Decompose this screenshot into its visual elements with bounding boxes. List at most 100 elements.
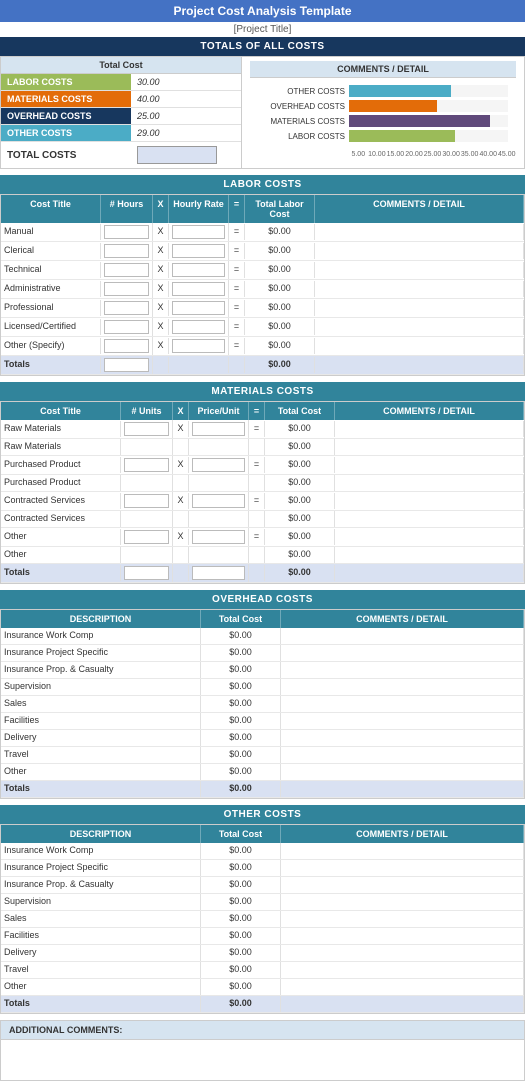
mat-row-units[interactable] bbox=[121, 475, 173, 491]
overhead-row-desc[interactable]: Supervision bbox=[1, 679, 201, 695]
labor-row-hours[interactable] bbox=[101, 242, 153, 260]
overhead-row-desc[interactable]: Travel bbox=[1, 747, 201, 763]
mat-row-comments[interactable] bbox=[335, 511, 524, 527]
mat-row-comments[interactable] bbox=[335, 457, 524, 473]
other-row-comments[interactable] bbox=[281, 979, 524, 995]
labor-row-hours[interactable] bbox=[101, 318, 153, 336]
mat-row-comments[interactable] bbox=[335, 493, 524, 509]
mat-row-price[interactable] bbox=[189, 420, 249, 438]
overhead-row-comments[interactable] bbox=[281, 713, 524, 729]
mat-row-price[interactable] bbox=[189, 492, 249, 510]
mat-row-price[interactable] bbox=[189, 547, 249, 563]
overhead-row-comments[interactable] bbox=[281, 628, 524, 644]
labor-row-rate[interactable] bbox=[169, 337, 229, 355]
other-row-comments[interactable] bbox=[281, 911, 524, 927]
overhead-row-desc[interactable]: Insurance Project Specific bbox=[1, 645, 201, 661]
labor-row-rate[interactable] bbox=[169, 223, 229, 241]
overhead-row-comments[interactable] bbox=[281, 696, 524, 712]
overhead-row-desc[interactable]: Other bbox=[1, 764, 201, 780]
labor-row-x: X bbox=[153, 300, 169, 316]
cost-value-1: 40.00 bbox=[131, 91, 241, 107]
mat-row-units[interactable] bbox=[121, 511, 173, 527]
overhead-row-label: Insurance Project Specific bbox=[4, 647, 108, 657]
materials-table: Cost Title # Units X Price/Unit = Total … bbox=[0, 401, 525, 584]
mat-row-price[interactable] bbox=[189, 511, 249, 527]
labor-col-eq: = bbox=[229, 195, 245, 223]
labor-row-x: X bbox=[153, 262, 169, 278]
mat-row-comments[interactable] bbox=[335, 475, 524, 491]
mat-row-price[interactable] bbox=[189, 456, 249, 474]
additional-body[interactable] bbox=[1, 1040, 524, 1080]
mat-row-comments[interactable] bbox=[335, 439, 524, 455]
other-row-comments[interactable] bbox=[281, 877, 524, 893]
mat-row-units[interactable] bbox=[121, 547, 173, 563]
other-data-row: Delivery $0.00 bbox=[1, 945, 524, 962]
overhead-row-comments[interactable] bbox=[281, 764, 524, 780]
labor-row-rate[interactable] bbox=[169, 242, 229, 260]
labor-row-title: Clerical bbox=[1, 243, 101, 259]
mat-row-total: $0.00 bbox=[265, 511, 335, 527]
labor-row-comments[interactable] bbox=[315, 262, 524, 278]
other-row-comments[interactable] bbox=[281, 928, 524, 944]
labor-row-comments[interactable] bbox=[315, 300, 524, 316]
mat-row-comments[interactable] bbox=[335, 421, 524, 437]
other-data-row: Supervision $0.00 bbox=[1, 894, 524, 911]
mat-totals-eq bbox=[249, 565, 265, 581]
labor-row-rate[interactable] bbox=[169, 318, 229, 336]
labor-col-title: Cost Title bbox=[1, 195, 101, 223]
labor-row-comments[interactable] bbox=[315, 281, 524, 297]
overhead-row-desc[interactable]: Facilities bbox=[1, 713, 201, 729]
total-costs-box[interactable] bbox=[137, 146, 217, 164]
mat-row-units[interactable] bbox=[121, 528, 173, 546]
labor-row-hours[interactable] bbox=[101, 261, 153, 279]
labor-row-comments[interactable] bbox=[315, 319, 524, 335]
total-costs-label: TOTAL COSTS bbox=[7, 150, 137, 161]
labor-row-total: $0.00 bbox=[245, 338, 315, 354]
labor-row-rate[interactable] bbox=[169, 261, 229, 279]
labor-row-rate[interactable] bbox=[169, 280, 229, 298]
mat-row-price[interactable] bbox=[189, 528, 249, 546]
overhead-row-desc[interactable]: Insurance Prop. & Casualty bbox=[1, 662, 201, 678]
mat-col-title: Cost Title bbox=[1, 402, 121, 420]
overhead-row-comments[interactable] bbox=[281, 747, 524, 763]
labor-col-rate: Hourly Rate bbox=[169, 195, 229, 223]
mat-row-units[interactable] bbox=[121, 492, 173, 510]
labor-row-comments[interactable] bbox=[315, 338, 524, 354]
labor-row-hours[interactable] bbox=[101, 223, 153, 241]
mat-row-x: X bbox=[173, 529, 189, 545]
mat-row-units[interactable] bbox=[121, 456, 173, 474]
mat-row-units[interactable] bbox=[121, 439, 173, 455]
overhead-row-desc[interactable]: Delivery bbox=[1, 730, 201, 746]
mat-row-title: Contracted Services bbox=[1, 511, 121, 527]
overhead-row-comments[interactable] bbox=[281, 645, 524, 661]
labor-totals-rate bbox=[169, 357, 229, 373]
other-row-total: $0.00 bbox=[201, 843, 281, 859]
labor-row-hours[interactable] bbox=[101, 337, 153, 355]
labor-row-hours[interactable] bbox=[101, 299, 153, 317]
mat-row-comments[interactable] bbox=[335, 529, 524, 545]
labor-row-rate[interactable] bbox=[169, 299, 229, 317]
mat-row-comments[interactable] bbox=[335, 547, 524, 563]
overhead-row-comments[interactable] bbox=[281, 679, 524, 695]
other-row-comments[interactable] bbox=[281, 945, 524, 961]
labor-totals-hours bbox=[101, 356, 153, 374]
overhead-row-comments[interactable] bbox=[281, 662, 524, 678]
other-row-comments[interactable] bbox=[281, 843, 524, 859]
labor-row-comments[interactable] bbox=[315, 243, 524, 259]
labor-row-comments[interactable] bbox=[315, 224, 524, 240]
overhead-row-desc[interactable]: Insurance Work Comp bbox=[1, 628, 201, 644]
other-row-comments[interactable] bbox=[281, 962, 524, 978]
other-row-comments[interactable] bbox=[281, 860, 524, 876]
overhead-row-comments[interactable] bbox=[281, 730, 524, 746]
cost-label-1: MATERIALS COSTS bbox=[1, 91, 131, 107]
labor-row-x: X bbox=[153, 319, 169, 335]
other-row-comments[interactable] bbox=[281, 894, 524, 910]
labor-col-headers: Cost Title # Hours X Hourly Rate = Total… bbox=[1, 195, 524, 223]
mat-row-price[interactable] bbox=[189, 439, 249, 455]
overhead-row-desc[interactable]: Sales bbox=[1, 696, 201, 712]
mat-row-units[interactable] bbox=[121, 420, 173, 438]
materials-data-row: Other X = $0.00 bbox=[1, 528, 524, 547]
labor-row-hours[interactable] bbox=[101, 280, 153, 298]
labor-row-total: $0.00 bbox=[245, 243, 315, 259]
mat-row-price[interactable] bbox=[189, 475, 249, 491]
